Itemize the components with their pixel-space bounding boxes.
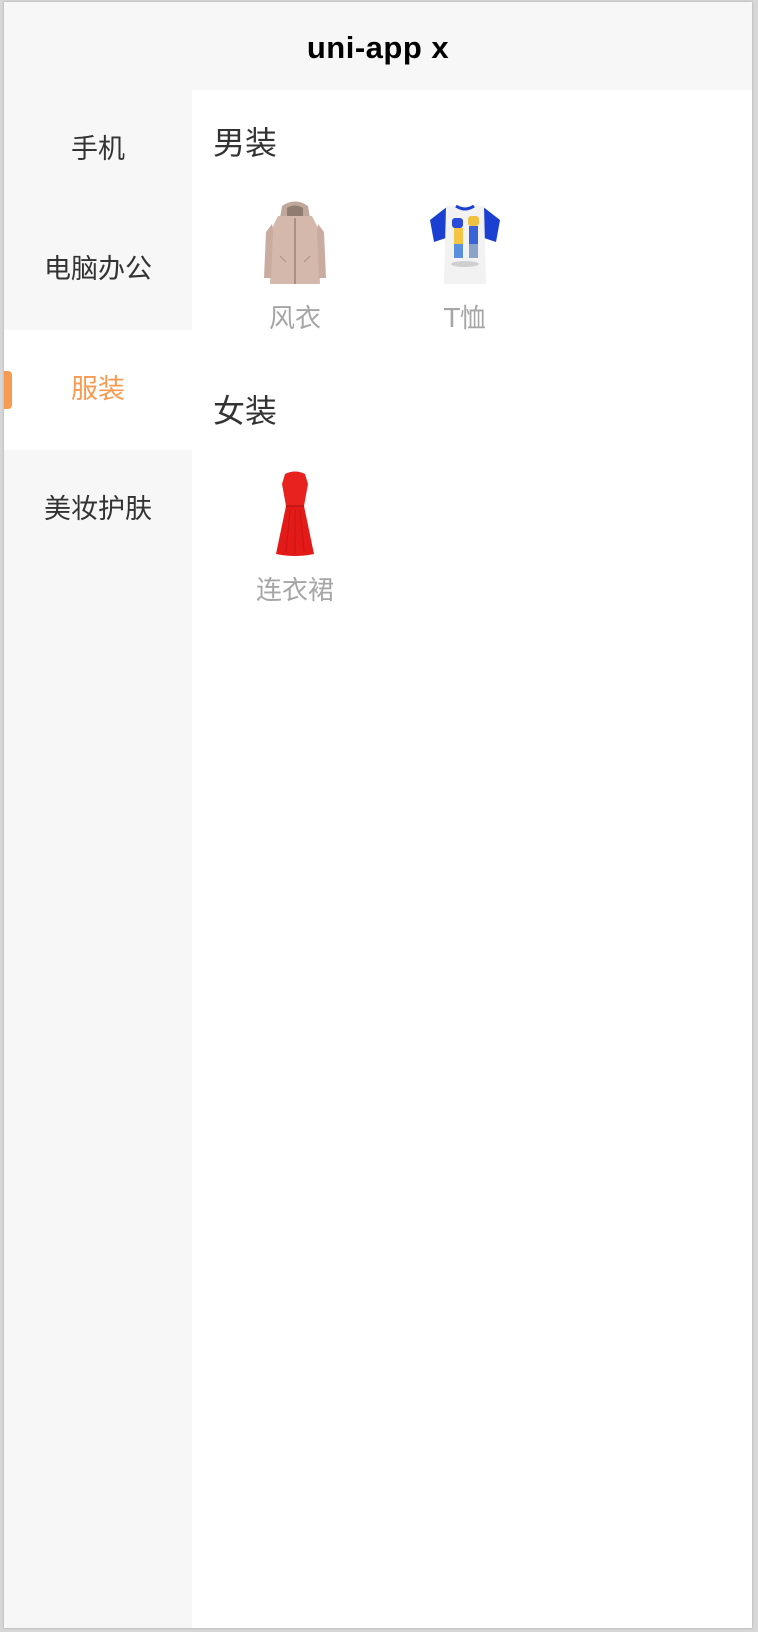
sidebar-item-label: 手机 (71, 134, 125, 165)
sidebar-item-label: 电脑办公 (44, 254, 152, 285)
section-title: 男装 (213, 124, 278, 162)
sidebar-item-phone[interactable]: 手机 (4, 90, 192, 210)
app-frame: uni-app x 手机 电脑办公 服装 美妆护肤 男装 风衣 T恤 女装 连衣… (4, 2, 752, 1628)
product-name: T恤 (444, 304, 486, 334)
active-indicator (4, 371, 12, 409)
dress-image (220, 470, 370, 560)
sidebar-item-computer-office[interactable]: 电脑办公 (4, 210, 192, 330)
sidebar-item-label: 美妆护肤 (44, 494, 152, 525)
section-title: 女装 (213, 392, 278, 430)
product-name: 连衣裙 (255, 576, 334, 606)
sidebar-item-beauty-skincare[interactable]: 美妆护肤 (4, 450, 192, 570)
sidebar-item-label: 服装 (71, 374, 125, 405)
category-content: 男装 风衣 T恤 女装 连衣裙 (192, 90, 752, 1628)
tshirt-image (390, 198, 540, 288)
product-name: 风衣 (268, 304, 321, 334)
category-sidebar: 手机 电脑办公 服装 美妆护肤 (4, 90, 192, 1628)
sidebar-item-clothing[interactable]: 服装 (4, 330, 192, 450)
trench-coat-image (220, 198, 370, 288)
navigation-bar: uni-app x (4, 2, 752, 90)
page-title: uni-app x (306, 30, 450, 65)
